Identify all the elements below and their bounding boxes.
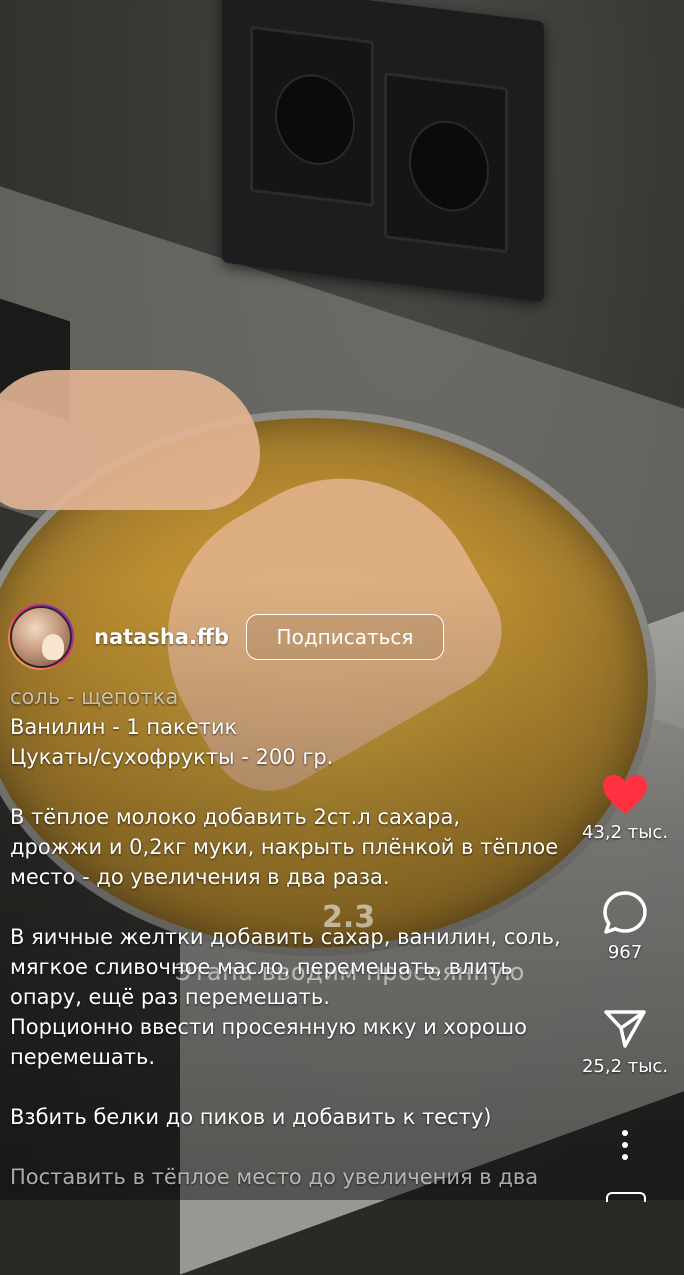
description-line: Поставить в тёплое место до увеличения в… bbox=[10, 1165, 539, 1189]
like-action[interactable]: 43,2 тыс. bbox=[570, 774, 680, 843]
share-count: 25,2 тыс. bbox=[581, 1056, 669, 1077]
avatar-story-ring[interactable] bbox=[8, 604, 74, 670]
hand bbox=[0, 370, 260, 510]
description-line: перемешать. bbox=[10, 1045, 156, 1069]
description-line: Взбить белки до пиков и добавить к тесту… bbox=[10, 1105, 492, 1129]
like-count: 43,2 тыс. bbox=[581, 822, 669, 843]
wall-socket bbox=[384, 72, 508, 254]
share-action[interactable]: 25,2 тыс. bbox=[570, 1008, 680, 1077]
description-line: мягкое сливочное масло, перемешать, влит… bbox=[10, 955, 513, 979]
description-line: В яичные желтки добавить сахар, ванилин,… bbox=[10, 925, 561, 949]
comment-count: 967 bbox=[607, 942, 643, 963]
description-line: Порционно ввести просеянную мкку и хорош… bbox=[10, 1015, 527, 1039]
follow-button[interactable]: Подписаться bbox=[246, 614, 444, 660]
wall-socket bbox=[250, 25, 374, 207]
paper-plane-icon[interactable] bbox=[603, 1008, 647, 1050]
username[interactable]: natasha.ffb bbox=[94, 625, 229, 649]
audio-thumbnail[interactable] bbox=[606, 1192, 646, 1202]
description-line: место - до увеличения в два раза. bbox=[10, 865, 390, 889]
comment-action[interactable]: 967 bbox=[570, 890, 680, 963]
description-line: дрожжи и 0,2кг муки, накрыть плёнкой в т… bbox=[10, 835, 559, 859]
description-line: опару, ещё раз перемешать. bbox=[10, 985, 330, 1009]
description-gap bbox=[10, 892, 600, 922]
description-line: В тёплое молоко добавить 2ст.л сахара, bbox=[10, 805, 460, 829]
description-line: соль - щепотка bbox=[10, 685, 179, 709]
author-row[interactable]: natasha.ffb bbox=[8, 603, 229, 671]
description-line: Цукаты/сухофрукты - 200 гр. bbox=[10, 745, 334, 769]
description-gap bbox=[10, 1132, 600, 1162]
description-line: Ванилин - 1 пакетик bbox=[10, 715, 238, 739]
comment-bubble-icon[interactable] bbox=[602, 890, 648, 936]
avatar[interactable] bbox=[10, 606, 72, 668]
heart-icon[interactable] bbox=[602, 774, 648, 816]
description-gap bbox=[10, 1072, 600, 1102]
more-dots-icon[interactable] bbox=[613, 1128, 637, 1162]
post-description[interactable]: соль - щепотка Ванилин - 1 пакетик Цукат… bbox=[10, 682, 600, 1200]
wall-socket-panel bbox=[222, 0, 544, 302]
description-gap bbox=[10, 772, 600, 802]
